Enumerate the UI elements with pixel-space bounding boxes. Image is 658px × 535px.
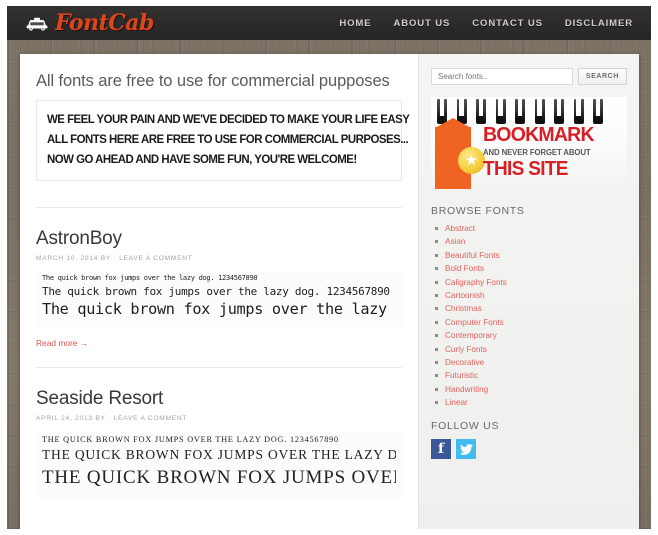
- category-contemporary[interactable]: Contemporary: [431, 331, 627, 340]
- category-decorative[interactable]: Decorative: [431, 358, 627, 367]
- search-input[interactable]: [431, 68, 573, 85]
- browse-fonts-list: Abstract Asian Beautiful Fonts Bold Font…: [431, 224, 627, 407]
- category-beautiful-fonts[interactable]: Beautiful Fonts: [431, 251, 627, 260]
- post-meta: MARCH 10, 2014 BY · LEAVE A COMMENT: [36, 255, 402, 262]
- font-sample-small: The quick brown fox jumps over the lazy …: [42, 273, 258, 282]
- wood-background: FontCab HOME ABOUT US CONTACT US DISCLAI…: [7, 6, 651, 529]
- sidebar: SEARCH ★ BOOKMARK: [419, 54, 639, 529]
- search-button[interactable]: SEARCH: [577, 68, 627, 85]
- font-sample-large: The quick brown fox jumps over the lazy …: [42, 300, 396, 319]
- category-curly-fonts[interactable]: Curly Fonts: [431, 345, 627, 354]
- browse-fonts-title: BROWSE FONTS: [431, 205, 525, 217]
- post-astronboy: AstronBoy MARCH 10, 2014 BY · LEAVE A CO…: [36, 208, 402, 368]
- twitter-bird-glyph: [459, 443, 473, 455]
- follow-us-title: FOLLOW US: [431, 420, 500, 433]
- site-title: FontCab: [55, 10, 154, 36]
- font-sample-medium: The quick brown fox jumps over the lazy …: [42, 447, 396, 463]
- bookmark-tagline: THIS SITE: [483, 157, 568, 180]
- category-linear[interactable]: Linear: [431, 398, 627, 407]
- bookmark-banner[interactable]: ★ BOOKMARK AND NEVER FORGET ABOUT THIS S…: [431, 97, 627, 193]
- nav-item-home[interactable]: HOME: [339, 18, 371, 29]
- font-sample-box: The quick brown fox jumps over the lazy …: [36, 431, 402, 498]
- category-christmas[interactable]: Christmas: [431, 304, 627, 313]
- intro-message-box: WE FEEL YOUR PAIN AND WE'VE DECIDED TO M…: [36, 100, 410, 181]
- site-logo[interactable]: FontCab: [25, 12, 154, 34]
- intro-line-2: ALL FONTS HERE ARE FREE TO USE FOR COMME…: [47, 131, 409, 146]
- star-icon: ★: [464, 152, 479, 169]
- social-links: f: [431, 439, 627, 460]
- post-title[interactable]: AstronBoy: [36, 228, 402, 250]
- category-abstract[interactable]: Abstract: [431, 224, 627, 233]
- nav-item-about-us[interactable]: ABOUT US: [393, 18, 450, 29]
- category-asian[interactable]: Asian: [431, 237, 627, 246]
- category-bold-fonts[interactable]: Bold Fonts: [431, 264, 627, 273]
- main-content-column: All fonts are free to use for commercial…: [20, 54, 418, 529]
- post-by-label: BY: [95, 414, 106, 422]
- site-header: FontCab HOME ABOUT US CONTACT US DISCLAI…: [7, 6, 651, 40]
- nav-item-contact-us[interactable]: CONTACT US: [472, 18, 543, 29]
- category-caligraphy-fonts[interactable]: Caligraphy Fonts: [431, 278, 627, 287]
- font-sample-medium: The quick brown fox jumps over the lazy …: [42, 284, 390, 298]
- post-by-label: BY: [100, 254, 111, 262]
- leave-a-comment-link[interactable]: LEAVE A COMMENT: [119, 255, 192, 262]
- post-title[interactable]: Seaside Resort: [36, 388, 402, 410]
- page-title: All fonts are free to use for commercial…: [36, 72, 390, 90]
- category-futuristic[interactable]: Futuristic: [431, 371, 627, 380]
- bookmark-banner-text: BOOKMARK AND NEVER FORGET ABOUT THIS SIT…: [483, 123, 623, 180]
- font-sample-box: The quick brown fox jumps over the lazy …: [36, 271, 402, 327]
- search-widget: SEARCH: [431, 68, 627, 85]
- bookmark-subline: AND NEVER FORGET ABOUT: [483, 147, 591, 157]
- content-shell: All fonts are free to use for commercial…: [20, 54, 639, 529]
- post-meta: APRIL 24, 2013 BY · LEAVE A COMMENT: [36, 415, 402, 422]
- post-date: MARCH 10, 2014: [36, 254, 99, 262]
- font-sample-large: The quick brown fox jumps over: [42, 466, 396, 488]
- nav-item-disclaimer[interactable]: DISCLAIMER: [565, 18, 633, 29]
- main-nav: HOME ABOUT US CONTACT US DISCLAIMER: [339, 18, 633, 29]
- intro-line-3: NOW GO AHEAD AND HAVE SOME FUN, YOU'RE W…: [47, 151, 357, 166]
- intro-line-1: WE FEEL YOUR PAIN AND WE'VE DECIDED TO M…: [47, 112, 410, 126]
- meta-separator: ·: [108, 414, 112, 422]
- browser-page-frame: FontCab HOME ABOUT US CONTACT US DISCLAI…: [0, 0, 658, 535]
- meta-separator: ·: [113, 254, 117, 262]
- read-more-link[interactable]: Read more →: [36, 338, 88, 348]
- category-cartoonish[interactable]: Cartoonish: [431, 291, 627, 300]
- twitter-icon[interactable]: [456, 439, 476, 460]
- facebook-icon[interactable]: f: [431, 439, 451, 460]
- post-seaside-resort: Seaside Resort APRIL 24, 2013 BY · LEAVE…: [36, 368, 402, 498]
- category-handwriting[interactable]: Handwriting: [431, 385, 627, 394]
- font-sample-small: The quick brown fox jumps over the lazy …: [42, 434, 339, 444]
- post-date: APRIL 24, 2013: [36, 414, 93, 422]
- leave-a-comment-link[interactable]: LEAVE A COMMENT: [114, 415, 187, 422]
- bookmark-headline: BOOKMARK: [483, 123, 595, 146]
- category-computer-fonts[interactable]: Computer Fonts: [431, 318, 627, 327]
- star-badge-icon: ★: [458, 147, 485, 174]
- cab-icon: [25, 16, 49, 31]
